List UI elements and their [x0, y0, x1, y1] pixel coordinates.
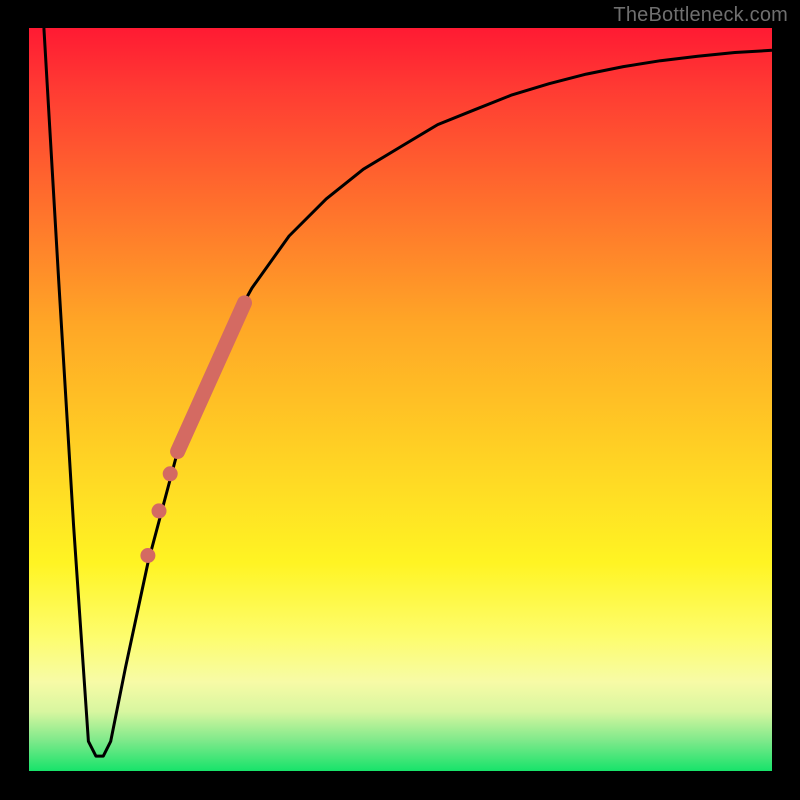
- curve-layer: [29, 28, 772, 771]
- chart-frame: TheBottleneck.com: [0, 0, 800, 800]
- salmon-dots-group: [140, 466, 177, 563]
- salmon-dot: [140, 548, 155, 563]
- salmon-dot: [163, 466, 178, 481]
- watermark-text: TheBottleneck.com: [613, 4, 788, 27]
- plot-area: [29, 28, 772, 771]
- salmon-thick-segment: [178, 303, 245, 452]
- salmon-dot: [152, 503, 167, 518]
- bottleneck-curve: [44, 28, 772, 756]
